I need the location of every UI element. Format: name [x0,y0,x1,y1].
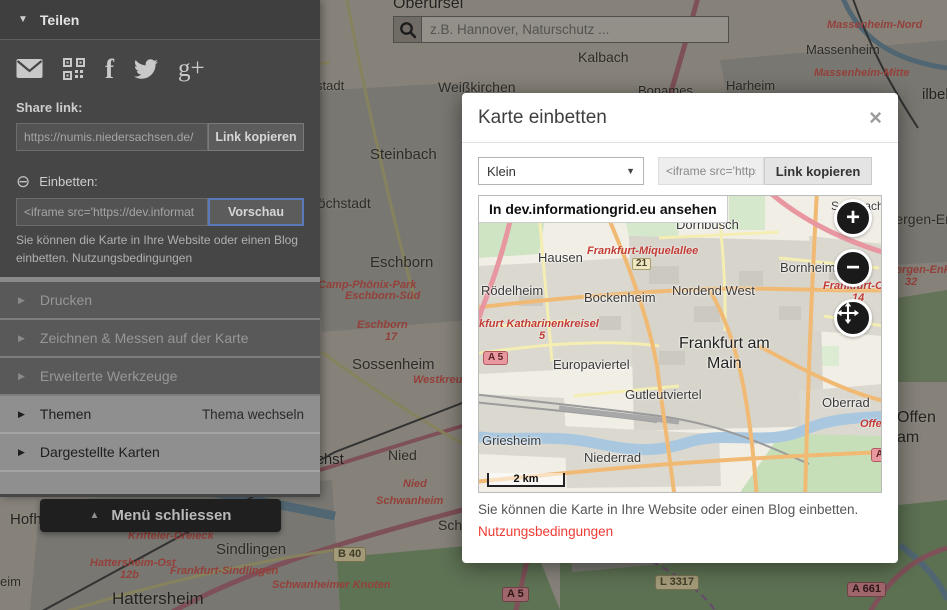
share-panel-header[interactable]: ▼ Teilen [0,0,320,40]
sidebar-item-label: Dargestellte Karten [40,444,160,460]
terms-link[interactable]: Nutzungsbedingungen [478,524,613,539]
sidebar: ▼ Teilen [0,0,320,497]
share-icons-row: f g+ [16,54,304,84]
embed-note: Sie können die Karte in Ihre Website ode… [16,231,304,267]
dialog-title: Karte einbetten [478,107,607,129]
embed-map-preview[interactable]: DornbuschHausenFrankfurt-Miquelallee21Bo… [478,195,882,493]
sidebar-item-label: Zeichnen & Messen auf der Karte [40,330,249,346]
sidebar-item-zeichnen-messen[interactable]: ▶ Zeichnen & Messen auf der Karte [0,320,320,358]
sidebar-item-label: Drucken [40,292,92,308]
dialog-header: Karte einbetten × [462,93,898,143]
minus-circle-icon: ⊖ [16,173,30,190]
embed-size-select[interactable]: Klein ▼ [478,157,644,185]
preview-banner: In dev.informationgrid.eu ansehen [479,196,728,223]
menu-close-label: Menü schliessen [111,507,231,524]
move-arrows-icon [837,302,859,324]
close-icon[interactable]: × [869,107,882,129]
chevron-right-icon: ▶ [18,295,25,306]
twitter-icon[interactable] [134,57,158,81]
embed-toggle[interactable]: ⊖ Einbetten: [16,173,304,190]
sidebar-item-dargestellte-karten[interactable]: ▶ Dargestellte Karten [0,434,320,472]
share-panel-body: f g+ Share link: Link kopieren ⊖ Einbett… [0,40,320,277]
sidebar-item-drucken[interactable]: ▶ Drucken [0,282,320,320]
dialog-body: Klein ▼ Link kopieren [462,143,898,539]
embed-size-value: Klein [487,164,516,179]
scale-bar: 2 km [487,473,565,487]
thema-wechseln-link[interactable]: Thema wechseln [202,407,304,422]
sidebar-item-themen[interactable]: ▶ Themen Thema wechseln [0,396,320,434]
chevron-right-icon: ▶ [18,371,25,382]
qr-code-icon[interactable] [63,58,85,80]
embed-iframe-input[interactable] [658,157,764,185]
chevron-right-icon: ▶ [18,447,25,458]
share-link-label: Share link: [16,100,304,115]
sidebar-item-label: Themen [40,406,91,422]
email-icon[interactable] [16,58,43,80]
sidebar-item-label: Erweiterte Werkzeuge [40,368,177,384]
chevron-right-icon: ▶ [18,333,25,344]
share-link-group: Link kopieren [16,123,304,151]
chevron-up-icon: ▲ [90,510,100,521]
preview-map[interactable] [479,196,882,493]
google-plus-icon[interactable]: g+ [178,56,205,82]
app-window: OberurselKalbachWeißkirchenBonamesHarhei… [0,0,947,610]
embed-note: Sie können die Karte in Ihre Website ode… [478,502,882,517]
sidebar-filler [0,472,320,494]
preview-button[interactable]: Vorschau [208,198,304,226]
embed-dialog: Karte einbetten × Klein ▼ Link kopieren [462,93,898,563]
embed-label: Einbetten: [39,174,98,189]
embed-group: Vorschau [16,198,304,226]
sidebar-item-erweiterte-werkzeuge[interactable]: ▶ Erweiterte Werkzeuge [0,358,320,396]
pan-button[interactable] [834,299,872,337]
zoom-out-button[interactable]: − [834,249,872,287]
copy-link-button[interactable]: Link kopieren [208,123,304,151]
chevron-down-icon: ▼ [18,14,28,25]
search-bar [393,16,729,43]
share-panel-title: Teilen [40,12,79,28]
scale-label: 2 km [513,473,538,485]
dialog-controls: Klein ▼ Link kopieren [478,157,882,185]
search-icon [394,17,422,42]
search-input[interactable] [422,17,728,42]
chevron-down-icon: ▼ [626,166,635,176]
facebook-icon[interactable]: f [105,56,114,82]
zoom-in-button[interactable]: + [834,199,872,237]
embed-code-input[interactable] [16,198,208,226]
menu-close-button[interactable]: ▲ Menü schliessen [40,499,281,532]
share-link-input[interactable] [16,123,208,151]
chevron-right-icon: ▶ [18,409,25,420]
copy-link-button[interactable]: Link kopieren [764,157,872,185]
